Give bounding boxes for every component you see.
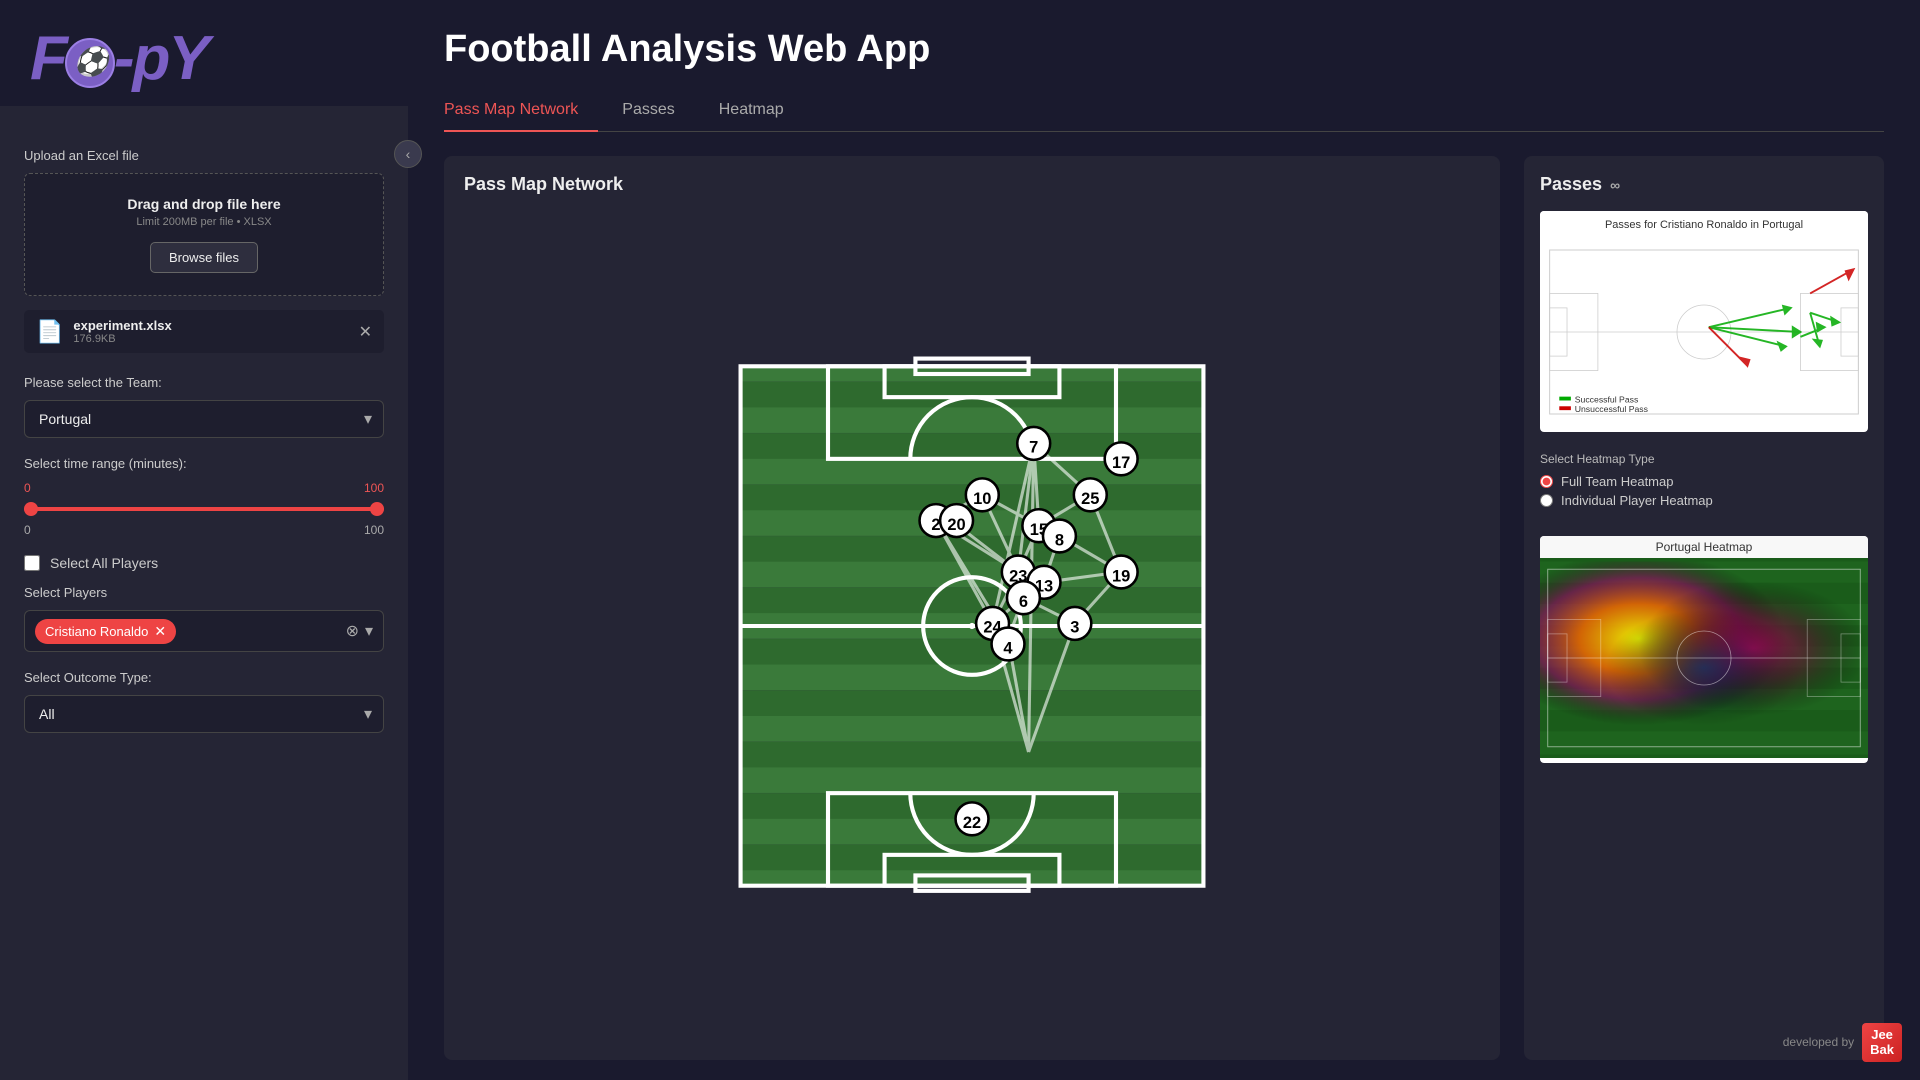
- svg-text:25: 25: [1081, 490, 1099, 508]
- svg-text:7: 7: [1029, 438, 1038, 456]
- browse-files-button[interactable]: Browse files: [150, 242, 258, 273]
- heatmap-individual-label[interactable]: Individual Player Heatmap: [1561, 493, 1713, 508]
- file-icon: 📄: [36, 319, 63, 345]
- svg-text:6: 6: [1019, 592, 1028, 610]
- svg-text:4: 4: [1003, 639, 1013, 657]
- sidebar: F ⚽ -pY ‹ Upload an Excel file Drag and …: [0, 0, 408, 1080]
- time-range-limit-min: 0: [24, 523, 31, 537]
- select-all-label[interactable]: Select All Players: [50, 555, 158, 571]
- badge-line2: Bak: [1870, 1042, 1894, 1058]
- time-range-section: Select time range (minutes): 0 100 0 100: [24, 456, 384, 537]
- heatmap-container: Portugal Heatmap: [1540, 536, 1868, 763]
- main-tabs: Pass Map Network Passes Heatmap: [444, 93, 1884, 132]
- players-dropdown-icon[interactable]: ▾: [365, 621, 373, 641]
- select-all-players-row: Select All Players: [24, 555, 384, 571]
- svg-text:Successful Pass: Successful Pass: [1575, 394, 1639, 404]
- drag-drop-subtitle: Limit 200MB per file • XLSX: [43, 216, 365, 228]
- pass-map-title: Pass Map Network: [464, 174, 1480, 195]
- players-select-area[interactable]: Cristiano Ronaldo ✕ ⊗ ▾: [24, 610, 384, 652]
- players-label: Select Players: [24, 585, 384, 600]
- passes-chart-title: Passes for Cristiano Ronaldo in Portugal: [1605, 219, 1803, 231]
- file-upload-dropzone[interactable]: Drag and drop file here Limit 200MB per …: [24, 173, 384, 296]
- content-row: Pass Map Network: [444, 156, 1884, 1060]
- passes-chart-container: Passes for Cristiano Ronaldo in Portugal: [1540, 211, 1868, 432]
- file-remove-button[interactable]: ✕: [359, 322, 372, 342]
- heatmap-individual-row: Individual Player Heatmap: [1540, 493, 1868, 508]
- svg-text:20: 20: [947, 515, 965, 533]
- heatmap-type-section: Select Heatmap Type Full Team Heatmap In…: [1540, 452, 1868, 512]
- football-pitch: 7 17 25 10 2: [464, 356, 1480, 896]
- heatmap-svg: [1540, 558, 1868, 758]
- player-tag-cristiano: Cristiano Ronaldo ✕: [35, 619, 176, 644]
- drag-drop-title: Drag and drop file here: [43, 196, 365, 212]
- app-title: Football Analysis Web App: [444, 28, 1884, 71]
- player-tag-label: Cristiano Ronaldo: [45, 624, 148, 639]
- time-range-display: 0 100: [24, 481, 384, 495]
- heatmap-full-team-label[interactable]: Full Team Heatmap: [1561, 474, 1673, 489]
- sidebar-content: Upload an Excel file Drag and drop file …: [0, 106, 408, 1080]
- sidebar-toggle-button[interactable]: ‹: [394, 140, 422, 168]
- passes-title-text: Passes: [1540, 174, 1602, 195]
- svg-text:8: 8: [1055, 531, 1064, 549]
- player-tag-remove-button[interactable]: ✕: [154, 623, 166, 640]
- passes-info-icon: ∞: [1610, 177, 1620, 193]
- pass-map-panel: Pass Map Network: [444, 156, 1500, 1060]
- developer-badge: Jee Bak: [1862, 1023, 1902, 1062]
- select-all-checkbox[interactable]: [24, 555, 40, 571]
- svg-text:3: 3: [1070, 618, 1079, 636]
- credit-text: developed by: [1783, 1035, 1854, 1049]
- file-info: experiment.xlsx 176.9KB: [73, 318, 348, 345]
- heatmap-type-label: Select Heatmap Type: [1540, 452, 1868, 466]
- file-name: experiment.xlsx: [73, 318, 348, 333]
- svg-text:10: 10: [973, 490, 991, 508]
- svg-text:22: 22: [963, 814, 981, 832]
- tab-heatmap[interactable]: Heatmap: [719, 93, 804, 131]
- svg-text:Unsuccessful Pass: Unsuccessful Pass: [1575, 404, 1649, 414]
- outcome-select-wrapper: All Successful Unsuccessful ▾: [24, 695, 384, 733]
- tab-pass-map-network[interactable]: Pass Map Network: [444, 93, 598, 131]
- team-select[interactable]: Portugal Brazil France Spain Germany: [24, 400, 384, 438]
- passes-chart-svg: Successful Pass Unsuccessful Pass: [1540, 237, 1868, 427]
- badge-line1: Jee: [1870, 1027, 1894, 1043]
- team-select-wrapper: Portugal Brazil France Spain Germany ▾: [24, 400, 384, 438]
- time-range-limit-max: 100: [364, 523, 384, 537]
- time-range-label: Select time range (minutes):: [24, 456, 384, 471]
- passes-panel-title: Passes ∞: [1540, 174, 1868, 195]
- svg-text:19: 19: [1112, 567, 1130, 585]
- uploaded-file-item: 📄 experiment.xlsx 176.9KB ✕: [24, 310, 384, 353]
- heatmap-full-team-row: Full Team Heatmap: [1540, 474, 1868, 489]
- outcome-select[interactable]: All Successful Unsuccessful: [24, 695, 384, 733]
- svg-text:17: 17: [1112, 454, 1130, 472]
- file-size: 176.9KB: [73, 333, 348, 345]
- upload-section-label: Upload an Excel file: [24, 148, 384, 163]
- heatmap-chart-title: Portugal Heatmap: [1540, 536, 1868, 558]
- time-range-max-value: 100: [364, 481, 384, 495]
- main-content: Football Analysis Web App Pass Map Netwo…: [408, 0, 1920, 1080]
- logo-area: F ⚽ -pY: [0, 0, 408, 106]
- time-range-limits: 0 100: [24, 523, 384, 537]
- developer-credit: developed by Jee Bak: [1783, 1023, 1902, 1062]
- time-range-min-value: 0: [24, 481, 31, 495]
- team-select-label: Please select the Team:: [24, 375, 384, 390]
- players-select-icons: ⊗ ▾: [346, 621, 373, 641]
- heatmap-full-team-radio[interactable]: [1540, 475, 1553, 488]
- tab-passes[interactable]: Passes: [622, 93, 694, 131]
- outcome-label: Select Outcome Type:: [24, 670, 384, 685]
- chevron-left-icon: ‹: [406, 146, 411, 162]
- app-logo: F ⚽ -pY: [30, 28, 378, 90]
- clear-players-button[interactable]: ⊗: [346, 621, 359, 641]
- pitch-container: 7 17 25 10 2: [464, 209, 1480, 1042]
- heatmap-individual-radio[interactable]: [1540, 494, 1553, 507]
- right-panel: Passes ∞ Passes for Cristiano Ronaldo in…: [1524, 156, 1884, 1060]
